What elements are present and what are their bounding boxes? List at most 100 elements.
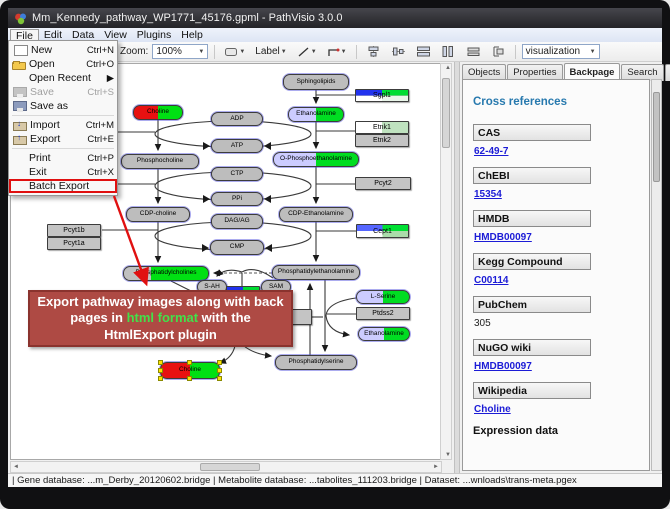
scroll-right-icon[interactable]: ► bbox=[431, 464, 441, 470]
align-middle-button[interactable] bbox=[388, 44, 409, 60]
selection-handle[interactable] bbox=[217, 376, 222, 381]
selection-handle[interactable] bbox=[187, 360, 192, 365]
menu-item-label: Save as bbox=[30, 100, 110, 112]
file-menu-item-import[interactable]: ImportCtrl+M bbox=[9, 118, 117, 132]
node-cdp-choline[interactable]: CDP-choline bbox=[126, 207, 190, 222]
selection-handle[interactable] bbox=[217, 360, 222, 365]
common-bounds-button[interactable] bbox=[463, 44, 484, 60]
file-menu-item-exit[interactable]: ExitCtrl+X bbox=[9, 165, 117, 179]
scrollbar-thumb[interactable] bbox=[200, 463, 260, 471]
node-cdp-ethanolamine[interactable]: CDP-Ethanolamine bbox=[279, 207, 353, 222]
node-ptdss2[interactable]: Ptdss2 bbox=[356, 307, 410, 320]
new-label-button[interactable]: Label ▼ bbox=[252, 44, 289, 60]
scroll-left-icon[interactable]: ◄ bbox=[11, 464, 21, 470]
node-ctp[interactable]: CTP bbox=[211, 167, 263, 181]
node-label: Cept1 bbox=[373, 228, 392, 235]
annotation-line2-pre: pages in bbox=[70, 310, 126, 325]
panel-scrollbar[interactable] bbox=[651, 79, 662, 471]
file-menu-item-print[interactable]: PrintCtrl+P bbox=[9, 151, 117, 165]
selection-handle[interactable] bbox=[158, 368, 163, 373]
menu-shortcut: Ctrl+N bbox=[83, 45, 114, 56]
menu-plugins[interactable]: Plugins bbox=[132, 29, 176, 42]
node-label: Ethanolamine bbox=[364, 331, 404, 338]
visualization-select[interactable]: visualization▼ bbox=[522, 44, 600, 59]
distribute-vertical-button[interactable] bbox=[438, 44, 459, 60]
line-tool-button[interactable]: ▼ bbox=[294, 44, 320, 60]
node-sgpl1[interactable]: Sgpl1 bbox=[355, 89, 409, 102]
selection-handle[interactable] bbox=[217, 368, 222, 373]
empty-icon bbox=[12, 180, 26, 192]
scroll-up-icon[interactable]: ▲ bbox=[443, 65, 453, 71]
file-menu-item-batch-export[interactable]: Batch Export bbox=[9, 179, 117, 193]
node-phosphocholine[interactable]: Phosphocholine bbox=[121, 154, 199, 169]
node-phosphatidylserine[interactable]: Phosphatidylserine bbox=[275, 355, 357, 370]
file-menu: NewCtrl+NOpenCtrl+OOpen Recent▶SaveCtrl+… bbox=[8, 40, 118, 196]
node-l-serine[interactable]: L-Serine bbox=[356, 290, 410, 304]
folder-icon bbox=[12, 62, 26, 70]
pathvisio-logo-icon bbox=[14, 12, 27, 25]
scroll-down-icon[interactable]: ▼ bbox=[443, 452, 453, 458]
xref-link[interactable]: 15354 bbox=[474, 189, 649, 200]
node-cmp[interactable]: CMP bbox=[210, 240, 264, 255]
menu-item-label: Open bbox=[29, 58, 82, 70]
node-o-phosphoethanolamine[interactable]: O-Phosphoethanolamine bbox=[273, 152, 359, 167]
node-atp[interactable]: ATP bbox=[211, 139, 263, 153]
tab-legend[interactable]: Legend bbox=[665, 64, 670, 81]
node-phosphatidylethanolamine[interactable]: Phosphatidylethanolamine bbox=[272, 265, 360, 280]
file-menu-item-new[interactable]: NewCtrl+N bbox=[9, 43, 117, 57]
node-label: Pcyt1a bbox=[63, 240, 84, 247]
common-height-button[interactable] bbox=[488, 44, 509, 60]
canvas-horizontal-scrollbar[interactable]: ◄ ► bbox=[10, 461, 442, 473]
node-pcyt1b[interactable]: Pcyt1b bbox=[47, 224, 101, 237]
side-panel: ObjectsPropertiesBackpageSearchLegend Cr… bbox=[460, 62, 662, 473]
file-menu-item-save[interactable]: SaveCtrl+S bbox=[9, 85, 117, 99]
xref-link[interactable]: 62-49-7 bbox=[474, 146, 649, 157]
xref-section-nugo-wiki: NuGO wikiHMDB00097 bbox=[473, 339, 649, 372]
node-ethanolamine-top[interactable]: Ethanolamine bbox=[288, 107, 344, 122]
node-label: Pcyt2 bbox=[374, 180, 392, 187]
common-height-icon bbox=[491, 45, 506, 58]
node-phosphatidylcholines[interactable]: Phosphatidylcholines bbox=[123, 266, 209, 281]
canvas-vertical-scrollbar[interactable]: ▲ ▼ bbox=[440, 63, 452, 460]
node-etnk2[interactable]: Etnk2 bbox=[355, 134, 409, 147]
node-etnk1[interactable]: Etnk1 bbox=[355, 121, 409, 134]
zoom-label: Zoom: bbox=[120, 46, 148, 57]
menu-shortcut: Ctrl+S bbox=[83, 87, 114, 98]
menu-help[interactable]: Help bbox=[176, 29, 208, 42]
new-datanode-button[interactable]: ▼ bbox=[221, 44, 248, 60]
scrollbar-thumb[interactable] bbox=[442, 78, 450, 148]
tab-backpage[interactable]: Backpage bbox=[564, 63, 621, 80]
elbow-connector-icon bbox=[327, 46, 340, 58]
connector-tool-button[interactable]: ▼ bbox=[324, 44, 350, 60]
file-menu-item-open-recent[interactable]: Open Recent▶ bbox=[9, 71, 117, 85]
scrollbar-thumb[interactable] bbox=[653, 92, 660, 182]
file-menu-item-export[interactable]: ExportCtrl+E bbox=[9, 132, 117, 146]
node-adp[interactable]: ADP bbox=[211, 112, 263, 126]
node-choline-top[interactable]: Choline bbox=[133, 105, 183, 120]
selection-handle[interactable] bbox=[158, 376, 163, 381]
node-pcyt2[interactable]: Pcyt2 bbox=[355, 177, 411, 190]
node-cept1[interactable]: Cept1 bbox=[356, 224, 409, 238]
menu-shortcut: Ctrl+M bbox=[82, 120, 114, 131]
chevron-down-icon: ▼ bbox=[198, 49, 204, 55]
distribute-horizontal-button[interactable] bbox=[413, 44, 434, 60]
selection-handle[interactable] bbox=[187, 376, 192, 381]
xref-link[interactable]: HMDB00097 bbox=[474, 361, 649, 372]
xref-link[interactable]: Choline bbox=[474, 404, 649, 415]
selection-handle[interactable] bbox=[158, 360, 163, 365]
node-ppi[interactable]: PPi bbox=[211, 192, 263, 206]
zoom-select[interactable]: 100%▼ bbox=[152, 44, 208, 59]
xref-link[interactable]: C00114 bbox=[474, 275, 649, 286]
node-pcyt1a[interactable]: Pcyt1a bbox=[47, 237, 101, 250]
annotation-line2-green: html format bbox=[127, 310, 199, 325]
node-choline-bottom[interactable]: Choline bbox=[160, 362, 220, 379]
common-width-icon bbox=[466, 45, 481, 58]
file-menu-item-save-as[interactable]: Save as bbox=[9, 99, 117, 113]
file-menu-item-open[interactable]: OpenCtrl+O bbox=[9, 57, 117, 71]
node-ethanolamine-bottom[interactable]: Ethanolamine bbox=[358, 327, 410, 341]
disk-icon bbox=[13, 101, 27, 111]
align-center-button[interactable] bbox=[363, 44, 384, 60]
xref-link[interactable]: HMDB00097 bbox=[474, 232, 649, 243]
node-dag-ag[interactable]: DAG/AG bbox=[211, 214, 263, 229]
node-sphingolipids[interactable]: Sphingolipids bbox=[283, 74, 349, 90]
